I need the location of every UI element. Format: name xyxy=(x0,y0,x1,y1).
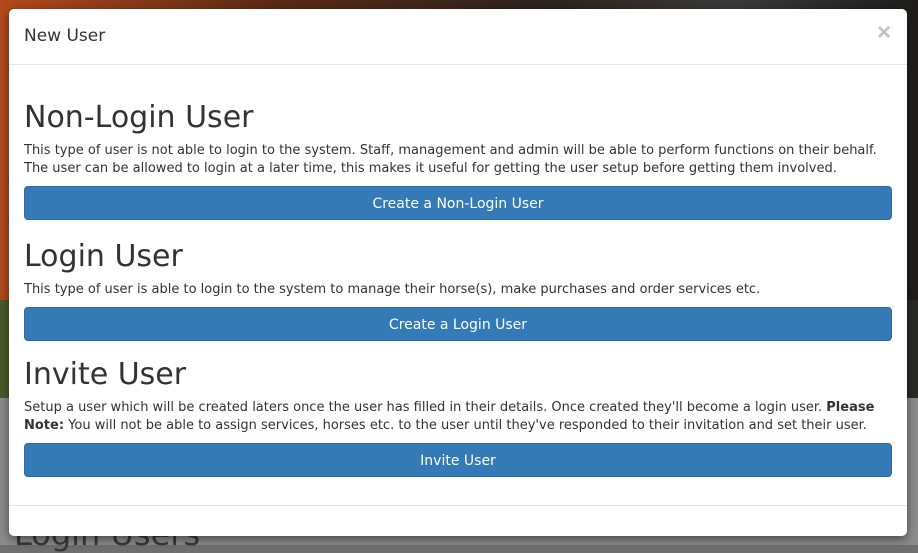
modal-footer xyxy=(9,505,907,506)
create-non-login-user-button[interactable]: Create a Non-Login User xyxy=(24,186,892,220)
description-text: You will not be able to assign services,… xyxy=(64,418,867,433)
new-user-modal: New User × Non-Login User This type of u… xyxy=(9,9,907,536)
section-description: Setup a user which will be created later… xyxy=(24,399,892,435)
description-text: Setup a user which will be created later… xyxy=(24,400,827,415)
create-login-user-button[interactable]: Create a Login User xyxy=(24,307,892,341)
section-heading: Non-Login User xyxy=(24,100,254,135)
section-description: This type of user is not able to login t… xyxy=(24,143,877,176)
section-invite-user: Invite User Setup a user which will be c… xyxy=(24,341,892,477)
section-description: This type of user is able to login to th… xyxy=(24,282,761,297)
modal-title: New User xyxy=(24,26,106,46)
section-heading: Login User xyxy=(24,239,183,274)
invite-user-button[interactable]: Invite User xyxy=(24,443,892,477)
modal-body: Non-Login User This type of user is not … xyxy=(9,65,907,477)
close-icon[interactable]: × xyxy=(877,21,891,45)
section-login-user: Login User This type of user is able to … xyxy=(24,220,892,341)
modal-header: New User × xyxy=(9,9,907,65)
section-non-login-user: Non-Login User This type of user is not … xyxy=(24,65,892,220)
section-heading: Invite User xyxy=(24,357,187,392)
